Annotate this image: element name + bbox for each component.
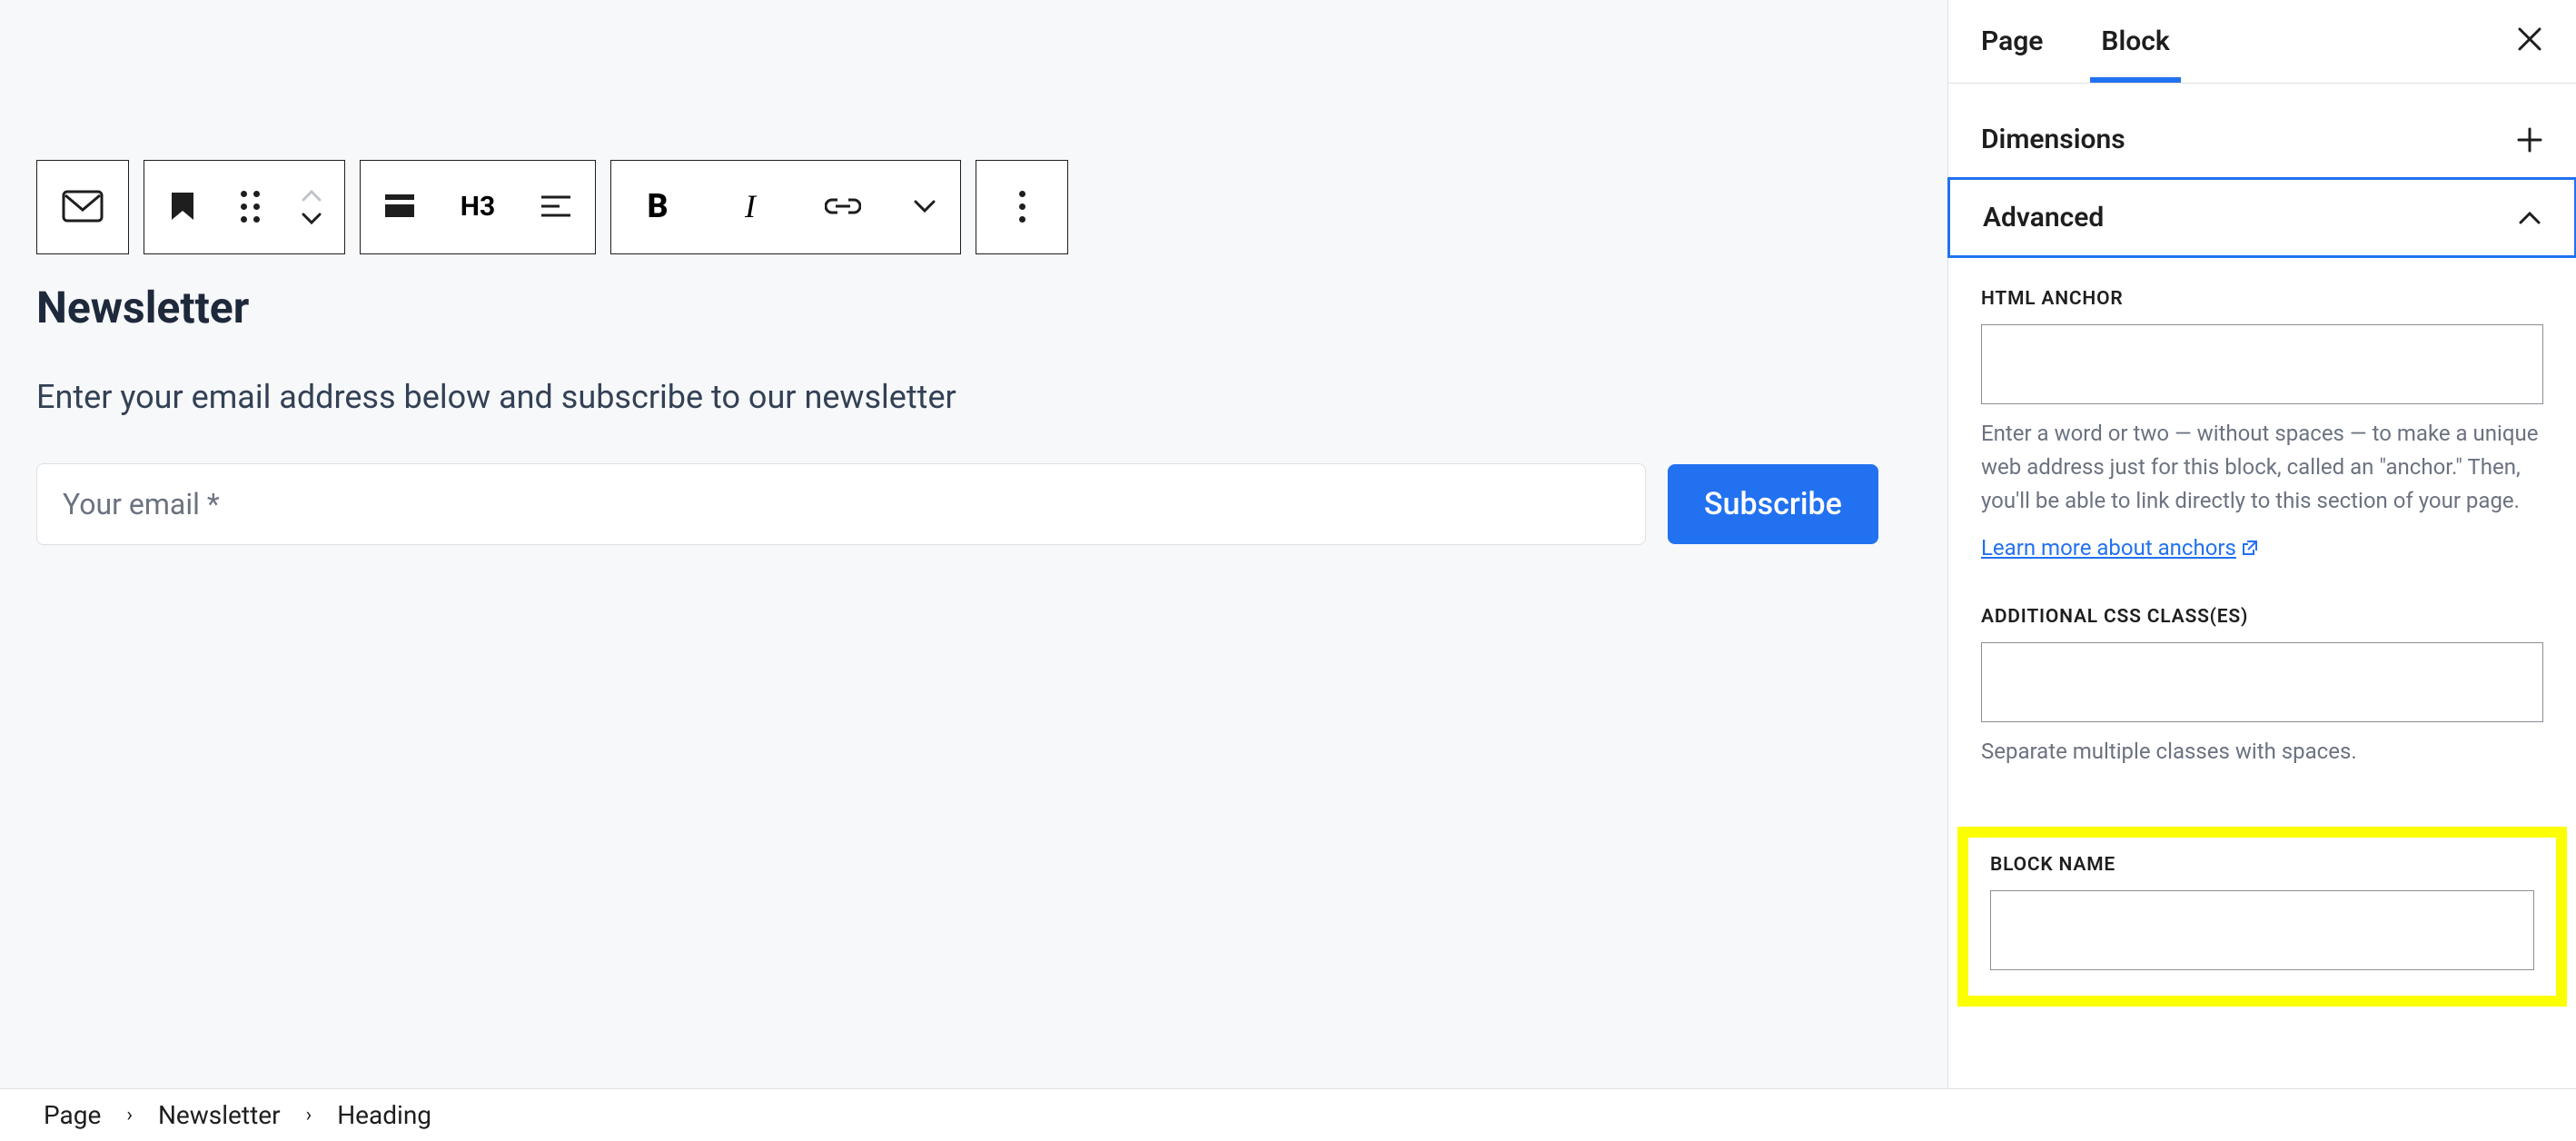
italic-button[interactable]: I [704, 161, 797, 252]
settings-sidebar: Page Block Dimensions Advanced HTML ANCH… [1947, 0, 2576, 1141]
heading-block[interactable]: Newsletter [36, 282, 249, 333]
panel-advanced[interactable]: Advanced [1950, 180, 2574, 255]
chevron-up-icon [2518, 211, 2541, 225]
panel-dimensions-label: Dimensions [1981, 124, 2125, 155]
css-class-input[interactable] [1981, 642, 2543, 722]
drag-handle-icon[interactable] [221, 161, 279, 252]
block-toolbar: H3 B I [36, 160, 1068, 254]
tab-page[interactable]: Page [1981, 2, 2043, 81]
more-menu-button[interactable] [976, 161, 1067, 252]
crumb-heading[interactable]: Heading [337, 1100, 431, 1130]
chevron-right-icon: › [306, 1104, 312, 1126]
paragraph-block[interactable]: Enter your email address below and subsc… [36, 378, 956, 416]
plus-icon [2516, 126, 2543, 154]
move-up-button[interactable] [301, 184, 322, 206]
chevron-down-icon[interactable] [889, 161, 960, 252]
move-down-button[interactable] [301, 208, 322, 230]
crumb-page[interactable]: Page [44, 1100, 101, 1130]
toolbar-move-group [144, 160, 345, 254]
move-arrows [279, 161, 344, 253]
bold-button[interactable]: B [611, 161, 704, 252]
block-name-input[interactable] [1990, 890, 2534, 970]
external-link-icon [2242, 540, 2258, 556]
toolbar-block-type-group [36, 160, 129, 254]
breadcrumb: Page › Newsletter › Heading [0, 1088, 2576, 1141]
css-class-label: ADDITIONAL CSS CLASS(ES) [1981, 606, 2543, 628]
email-input[interactable]: Your email * [36, 463, 1646, 545]
subscribe-button[interactable]: Subscribe [1668, 464, 1878, 544]
toolbar-heading-group: H3 [360, 160, 596, 254]
html-anchor-input[interactable] [1981, 324, 2543, 404]
toolbar-format-group: B I [610, 160, 961, 254]
css-class-help: Separate multiple classes with spaces. [1981, 735, 2543, 769]
panel-advanced-label: Advanced [1983, 202, 2104, 233]
toolbar-more-group [976, 160, 1068, 254]
text-align-icon[interactable] [517, 161, 595, 252]
crumb-newsletter[interactable]: Newsletter [158, 1100, 281, 1130]
chevron-right-icon: › [126, 1104, 133, 1126]
align-icon[interactable] [361, 161, 439, 252]
newsletter-form: Your email * Subscribe [36, 463, 1878, 545]
block-name-highlight: BLOCK NAME [1957, 827, 2567, 1007]
envelope-icon[interactable] [37, 161, 128, 252]
html-anchor-label: HTML ANCHOR [1981, 288, 2543, 310]
heading-level-button[interactable]: H3 [439, 161, 517, 252]
close-icon[interactable] [2516, 25, 2543, 53]
link-text: Learn more about anchors [1981, 535, 2236, 561]
link-icon[interactable] [797, 161, 889, 252]
panel-advanced-wrapper: Advanced [1947, 177, 2576, 258]
block-name-label: BLOCK NAME [1990, 854, 2534, 876]
learn-more-anchors-link[interactable]: Learn more about anchors [1981, 535, 2258, 561]
editor-canvas: Add title [0, 0, 1947, 1086]
bookmark-icon[interactable] [144, 161, 221, 252]
sidebar-tabs: Page Block [1948, 0, 2576, 84]
html-anchor-help: Enter a word or two — without spaces — t… [1981, 417, 2543, 519]
advanced-panel-body: HTML ANCHOR Enter a word or two — withou… [1948, 257, 2576, 801]
tab-block[interactable]: Block [2101, 2, 2169, 81]
panel-dimensions[interactable]: Dimensions [1948, 102, 2576, 178]
